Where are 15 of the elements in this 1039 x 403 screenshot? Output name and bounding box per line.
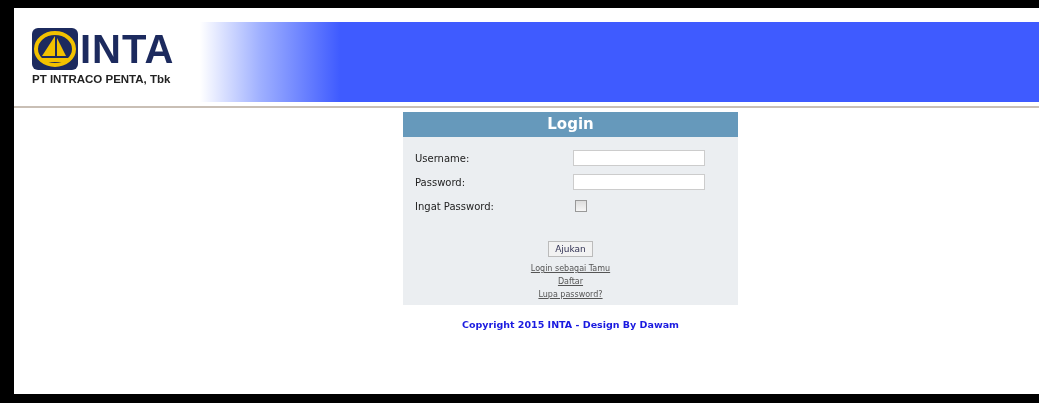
text-link[interactable]: Daftar	[557, 277, 584, 286]
logo-text: INTA	[80, 28, 175, 70]
text-link[interactable]: Lupa password?	[538, 290, 603, 299]
field-label: Username:	[415, 152, 471, 164]
field-label: Password:	[415, 176, 467, 188]
login-title: Login	[403, 112, 738, 137]
sailboat-emblem-icon	[32, 28, 78, 70]
remember-checkbox[interactable]	[575, 200, 587, 212]
submit-button[interactable]: Ajukan	[548, 241, 593, 257]
company-name: PT INTRACO PENTA, Tbk	[32, 73, 172, 85]
field-label: Ingat Password:	[415, 200, 495, 212]
password-field[interactable]	[573, 174, 705, 190]
username-field[interactable]	[573, 150, 705, 166]
text-link[interactable]: Login sebagai Tamu	[530, 264, 611, 273]
copyright-text: Copyright 2015 INTA - Design By Dawam	[461, 319, 680, 330]
